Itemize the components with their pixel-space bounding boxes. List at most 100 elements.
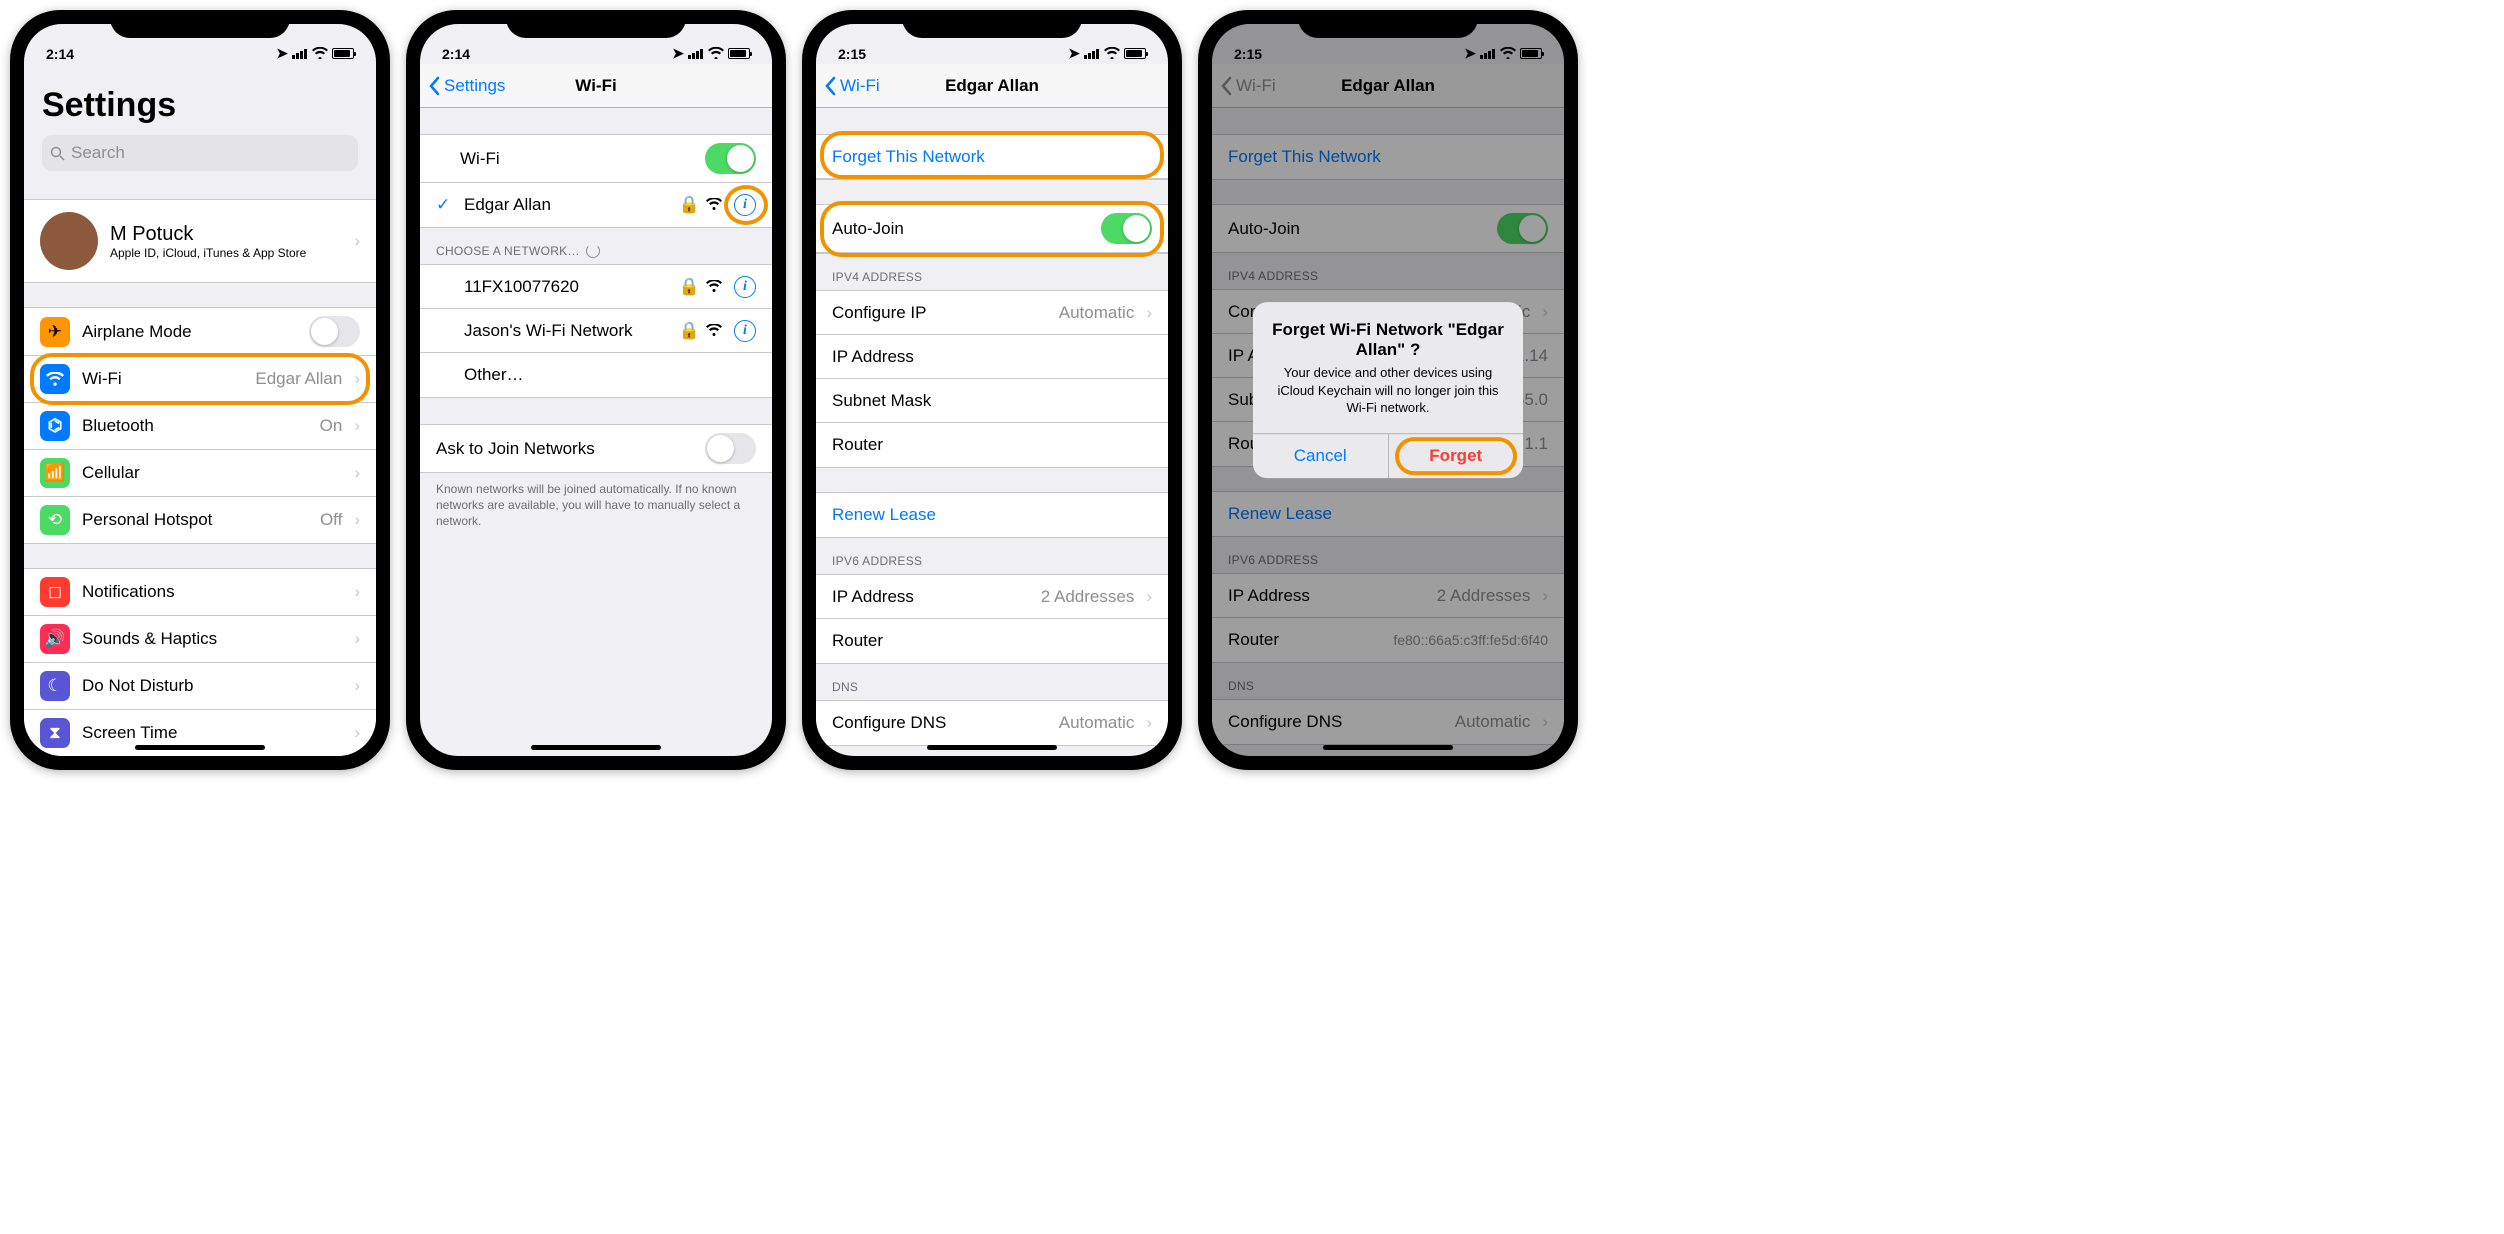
row-connected-network[interactable]: ✓ Edgar Allan 🔒 i	[420, 183, 772, 227]
autojoin-toggle[interactable]	[1101, 213, 1152, 244]
notif-icon: ◻	[40, 577, 70, 607]
ask-join-toggle[interactable]	[705, 433, 756, 464]
lock-icon: 🔒	[679, 321, 700, 341]
airplane-toggle[interactable]	[309, 316, 360, 347]
battery-icon	[1520, 48, 1542, 59]
chevron-right-icon: ›	[354, 629, 360, 649]
airplane-icon: ✈	[40, 317, 70, 347]
cellular-icon: 📶	[40, 458, 70, 488]
row-ipv6-router: Router	[816, 619, 1168, 663]
profile-name: M Potuck	[110, 223, 342, 246]
group-connectivity: ✈ Airplane Mode Wi-Fi Edgar Allan › ⌬ Bl…	[24, 307, 376, 544]
status-bar: 2:14 ➤	[420, 24, 772, 64]
forget-alert: Forget Wi-Fi Network "Edgar Allan" ? You…	[1253, 302, 1523, 478]
row-renew[interactable]: Renew Lease	[816, 493, 1168, 537]
phone-1: 2:14 ➤ Settings Search	[10, 10, 390, 770]
row-notifications[interactable]: ◻ Notifications ›	[24, 569, 376, 616]
time: 2:14	[442, 46, 470, 62]
page-title: Edgar Allan	[945, 76, 1039, 96]
chevron-right-icon: ›	[354, 231, 360, 251]
home-indicator[interactable]	[927, 745, 1057, 750]
home-indicator[interactable]	[135, 745, 265, 750]
row-hotspot[interactable]: ⟲ Personal Hotspot Off ›	[24, 497, 376, 543]
time: 2:15	[838, 46, 866, 62]
status-bar: 2:14 ➤	[24, 24, 376, 64]
group-notifs: ◻ Notifications › 🔊 Sounds & Haptics › ☾…	[24, 568, 376, 756]
row-forget[interactable]: Forget This Network	[816, 135, 1168, 179]
row-subnet: Subnet Mask	[816, 379, 1168, 423]
row-ipv6-router: Routerfe80::66a5:c3ff:fe5d:6f40	[1212, 618, 1564, 662]
screentime-icon: ⧗	[40, 718, 70, 748]
dns-header: DNS	[1212, 663, 1564, 699]
wifi-icon	[1104, 46, 1120, 62]
chevron-right-icon: ›	[1146, 713, 1152, 733]
ipv6-header: IPV6 ADDRESS	[1212, 537, 1564, 573]
row-router: Router	[816, 423, 1168, 467]
info-button[interactable]: i	[734, 276, 756, 298]
page-title: Wi-Fi	[575, 76, 616, 96]
row-other[interactable]: Other…	[420, 353, 772, 397]
nav-bar: Wi-Fi Edgar Allan	[1212, 64, 1564, 108]
location-icon: ➤	[276, 45, 288, 62]
home-indicator[interactable]	[1323, 745, 1453, 750]
row-forget: Forget This Network	[1212, 135, 1564, 179]
battery-icon	[332, 48, 354, 59]
cancel-button[interactable]: Cancel	[1253, 434, 1389, 478]
row-renew: Renew Lease	[1212, 492, 1564, 536]
bluetooth-icon: ⌬	[40, 411, 70, 441]
page-title: Settings	[42, 72, 358, 135]
battery-icon	[1124, 48, 1146, 59]
location-icon: ➤	[1068, 45, 1080, 62]
ipv4-header: IPV4 ADDRESS	[816, 254, 1168, 290]
battery-icon	[728, 48, 750, 59]
row-network[interactable]: Jason's Wi-Fi Network 🔒 i	[420, 309, 772, 353]
row-autojoin: Auto-Join	[816, 205, 1168, 253]
chevron-right-icon: ›	[1146, 587, 1152, 607]
chevron-right-icon: ›	[354, 369, 360, 389]
nav-bar: Settings Search	[24, 64, 376, 181]
sounds-icon: 🔊	[40, 624, 70, 654]
status-bar: 2:15 ➤	[816, 24, 1168, 64]
row-airplane[interactable]: ✈ Airplane Mode	[24, 308, 376, 356]
row-config-dns[interactable]: Configure DNSAutomatic›	[816, 701, 1168, 745]
row-config-ip[interactable]: Configure IPAutomatic›	[816, 291, 1168, 335]
back-button[interactable]: Wi-Fi	[824, 64, 880, 108]
row-dnd[interactable]: ☾ Do Not Disturb ›	[24, 663, 376, 710]
row-cellular[interactable]: 📶 Cellular ›	[24, 450, 376, 497]
signal-icon	[1480, 49, 1496, 59]
row-sounds[interactable]: 🔊 Sounds & Haptics ›	[24, 616, 376, 663]
profile-row[interactable]: M Potuck Apple ID, iCloud, iTunes & App …	[24, 200, 376, 282]
row-ipv6-ip[interactable]: IP Address2 Addresses›	[816, 575, 1168, 619]
dnd-icon: ☾	[40, 671, 70, 701]
wifi-toggle[interactable]	[705, 143, 756, 174]
back-button[interactable]: Settings	[428, 64, 505, 108]
info-button[interactable]: i	[734, 320, 756, 342]
hotspot-icon: ⟲	[40, 505, 70, 535]
wifi-settings-icon	[40, 364, 70, 394]
search-input[interactable]: Search	[42, 135, 358, 171]
location-icon: ➤	[672, 45, 684, 62]
home-indicator[interactable]	[531, 745, 661, 750]
location-icon: ➤	[1464, 45, 1476, 62]
row-bluetooth[interactable]: ⌬ Bluetooth On ›	[24, 403, 376, 450]
info-button[interactable]: i	[734, 194, 756, 216]
wifi-icon	[1500, 46, 1516, 62]
phone-3: 2:15 ➤ Wi-Fi Edgar Allan Forget This Net…	[802, 10, 1182, 770]
row-network[interactable]: 11FX10077620 🔒 i	[420, 265, 772, 309]
lock-icon: 🔒	[679, 195, 700, 215]
row-wifi[interactable]: Wi-Fi Edgar Allan ›	[24, 356, 376, 403]
spinner-icon	[586, 244, 600, 258]
lock-icon: 🔒	[679, 277, 700, 297]
ipv6-header: IPV6 ADDRESS	[816, 538, 1168, 574]
alert-title: Forget Wi-Fi Network "Edgar Allan" ?	[1269, 320, 1507, 360]
signal-icon	[1084, 49, 1100, 59]
page-title: Edgar Allan	[1341, 76, 1435, 96]
chevron-right-icon: ›	[354, 416, 360, 436]
wifi-strength-icon	[706, 195, 722, 215]
forget-button[interactable]: Forget	[1389, 434, 1524, 478]
wifi-strength-icon	[706, 277, 722, 297]
ipv4-header: IPV4 ADDRESS	[1212, 253, 1564, 289]
row-config-dns: Configure DNSAutomatic›	[1212, 700, 1564, 744]
chevron-right-icon: ›	[354, 510, 360, 530]
phone-4: 2:15 ➤ Wi-Fi Edgar Allan Forget This Net…	[1198, 10, 1578, 770]
